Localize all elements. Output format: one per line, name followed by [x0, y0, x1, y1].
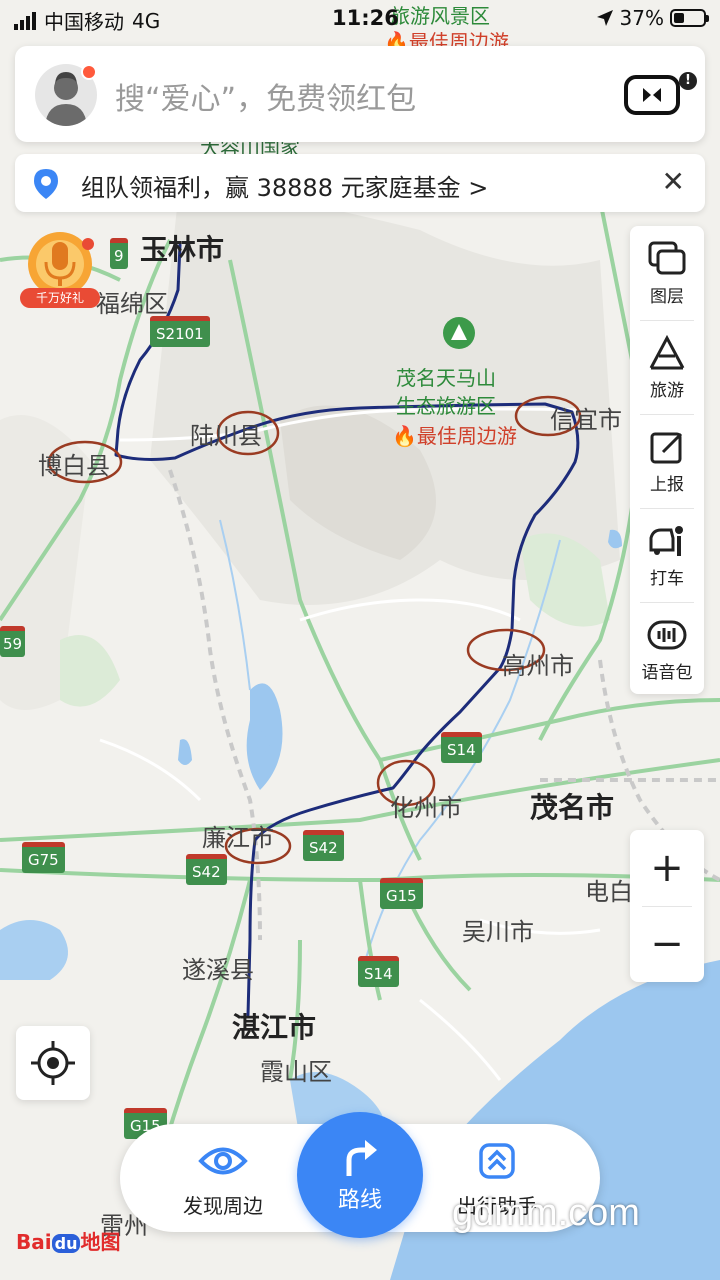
battery-level	[674, 13, 684, 23]
map-toolbar: 图层 旅游 上报 打车 语音包	[630, 226, 704, 694]
location-arrow-icon	[596, 10, 613, 26]
search-bar[interactable]: 搜“爱心”，免费领红包 !	[15, 46, 705, 142]
carrier-name: 中国移动	[44, 10, 124, 34]
tool-taxi[interactable]: 打车	[630, 508, 704, 602]
baidu-map-logo: Bai du 地图	[16, 1226, 120, 1255]
road-shield-s42-a: S42	[303, 830, 344, 861]
road-shield-g15-a: G15	[380, 878, 423, 909]
tool-layers-label: 图层	[650, 287, 684, 307]
road-shield-s14-a: S14	[441, 732, 482, 763]
watermark: gdmm.com	[452, 1192, 640, 1234]
scenic-pin-icon	[443, 317, 475, 349]
report-icon	[650, 432, 683, 464]
route-button[interactable]: 路线	[297, 1112, 423, 1238]
clock: 11:26	[332, 6, 399, 30]
road-shield-g75: G75	[22, 842, 65, 873]
status-bar: 中国移动 4G 11:26 37%	[0, 0, 720, 40]
tool-voice-pack[interactable]: 语音包	[630, 602, 704, 696]
banner-text: 组队领福利，赢 38888 元家庭基金 >	[81, 174, 489, 202]
map-label-wuchuan[interactable]: 吴川市	[462, 912, 534, 947]
map-label-luchuan[interactable]: 陆川县	[190, 416, 262, 451]
route-label: 路线	[337, 1188, 382, 1213]
notification-dot	[81, 64, 97, 80]
map-label-zhanjiang[interactable]: 湛江市	[232, 1006, 316, 1046]
tool-report-label: 上报	[650, 475, 684, 495]
road-shield-s14-b: S14	[358, 956, 399, 987]
microphone-gift-icon	[28, 232, 94, 296]
promo-badge[interactable]: 千万好礼	[16, 226, 104, 310]
map-label-lianjiang[interactable]: 廉江市	[202, 818, 274, 853]
zoom-out-button[interactable]: −	[630, 906, 704, 982]
discover-nearby-button[interactable]: 发现周边	[158, 1142, 288, 1219]
logo-du: du	[51, 1234, 81, 1253]
map-label-tianmashan[interactable]: 茂名天马山	[396, 362, 496, 391]
status-left: 中国移动 4G	[14, 6, 160, 35]
promo-banner[interactable]: 组队领福利，赢 38888 元家庭基金 > ✕	[15, 154, 705, 212]
signal-icon	[14, 11, 36, 30]
map-label-fumian[interactable]: 福绵区	[96, 284, 168, 319]
logo-map: 地图	[80, 1230, 121, 1254]
map-label-tianmashan-2[interactable]: 生态旅游区	[396, 390, 496, 419]
tool-taxi-label: 打车	[650, 569, 684, 589]
travel-icon	[649, 334, 685, 370]
road-shield-s2101: S2101	[150, 316, 210, 347]
location-pin-icon	[34, 169, 58, 199]
map-label-yulin[interactable]: 玉林市	[140, 228, 224, 268]
map-label-xiashan[interactable]: 霞山区	[260, 1052, 332, 1087]
battery-icon	[670, 9, 709, 27]
tool-voice-pack-label: 语音包	[641, 663, 693, 683]
map-label-dianbai[interactable]: 电白	[585, 872, 633, 907]
road-shield-g59: 59	[0, 626, 26, 657]
tool-report[interactable]: 上报	[630, 414, 704, 508]
map-label-bobai[interactable]: 博白县	[38, 446, 110, 481]
locate-target-icon	[31, 1041, 75, 1085]
road-shield-s42-b: S42	[186, 854, 227, 885]
alert-badge-icon: !	[679, 72, 697, 90]
scan-icon[interactable]	[623, 74, 687, 116]
tool-layers[interactable]: 图层	[630, 226, 704, 320]
close-icon[interactable]: ✕	[662, 167, 685, 197]
map-label-gaozhou[interactable]: 高州市	[502, 646, 574, 681]
map-label-maoming[interactable]: 茂名市	[530, 786, 614, 826]
locate-button[interactable]	[16, 1026, 90, 1100]
assistant-icon	[479, 1143, 515, 1179]
status-right: 37%	[596, 6, 709, 30]
map-label-xinyi[interactable]: 信宜市	[550, 400, 622, 435]
road-shield-g9: 9	[110, 238, 128, 269]
search-input[interactable]: 搜“爱心”，免费领红包	[115, 74, 416, 118]
battery-percent: 37%	[619, 6, 664, 30]
map-label-suixi[interactable]: 遂溪县	[182, 950, 254, 985]
promo-tag: 千万好礼	[20, 288, 100, 308]
map-label-best-trip[interactable]: 🔥最佳周边游	[392, 420, 517, 449]
eye-icon	[198, 1147, 248, 1175]
map-label-huazhou[interactable]: 化州市	[390, 788, 462, 823]
zoom-control: + −	[630, 830, 704, 982]
layers-icon	[648, 241, 686, 275]
network-type: 4G	[132, 8, 161, 33]
discover-nearby-label: 发现周边	[183, 1194, 263, 1218]
tool-travel-label: 旅游	[650, 381, 684, 401]
zoom-in-button[interactable]: +	[630, 830, 704, 906]
voice-pack-icon	[647, 620, 687, 650]
logo-bai: Bai	[16, 1230, 52, 1254]
route-arrow-icon	[346, 1140, 377, 1176]
tool-travel[interactable]: 旅游	[630, 320, 704, 414]
taxi-icon	[649, 526, 683, 556]
best-trip-text: 最佳周边游	[416, 424, 517, 448]
